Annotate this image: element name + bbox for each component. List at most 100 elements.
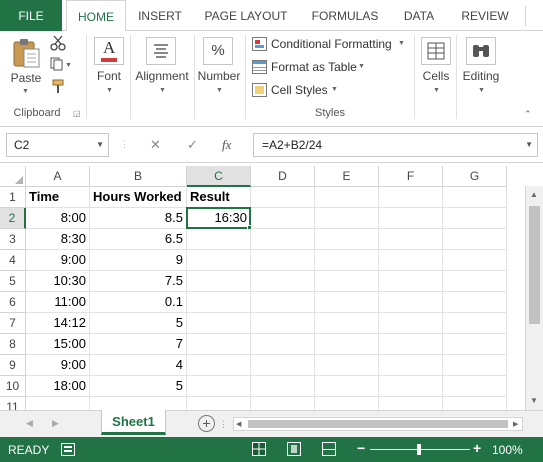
zoom-level[interactable]: 100%	[492, 443, 523, 457]
vertical-scroll-thumb[interactable]	[529, 206, 540, 324]
cell-b2[interactable]: 8.5	[90, 208, 187, 229]
cell-b1[interactable]: Hours Worked	[90, 187, 187, 208]
editing-label[interactable]: Editing	[458, 69, 504, 83]
row-header-9[interactable]: 9	[0, 355, 26, 376]
next-sheet-icon[interactable]: ▶	[52, 418, 59, 429]
cell-b9[interactable]: 4	[90, 355, 187, 376]
cell-e4[interactable]	[315, 250, 379, 271]
cell-b5[interactable]: 7.5	[90, 271, 187, 292]
page-layout-view-icon[interactable]	[287, 442, 301, 456]
row-header-3[interactable]: 3	[0, 229, 26, 250]
column-header-e[interactable]: E	[315, 166, 379, 187]
tab-home[interactable]: HOME	[66, 0, 126, 32]
cell-g9[interactable]	[443, 355, 507, 376]
collapse-ribbon-icon[interactable]: ⌃	[524, 109, 532, 120]
cell-d8[interactable]	[251, 334, 315, 355]
cell-a1[interactable]: Time	[26, 187, 90, 208]
cut-icon[interactable]	[50, 35, 66, 54]
scroll-up-icon[interactable]: ▲	[530, 190, 538, 199]
select-all-button[interactable]	[0, 166, 26, 187]
tab-formulas[interactable]: FORMULAS	[304, 0, 386, 31]
cell-g8[interactable]	[443, 334, 507, 355]
cell-a7[interactable]: 14:12	[26, 313, 90, 334]
horizontal-scroll-thumb[interactable]	[248, 420, 508, 428]
column-header-b[interactable]: B	[90, 166, 187, 187]
cell-g7[interactable]	[443, 313, 507, 334]
tab-review[interactable]: REVIEW	[454, 0, 516, 31]
cell-g5[interactable]	[443, 271, 507, 292]
cell-f1[interactable]	[379, 187, 443, 208]
row-header-10[interactable]: 10	[0, 376, 26, 397]
font-icon[interactable]: A	[94, 37, 124, 65]
column-header-a[interactable]: A	[26, 166, 90, 187]
column-header-g[interactable]: G	[443, 166, 507, 187]
cell-g3[interactable]	[443, 229, 507, 250]
cell-c7[interactable]	[187, 313, 251, 334]
cell-f8[interactable]	[379, 334, 443, 355]
cell-c9[interactable]	[187, 355, 251, 376]
cell-a2[interactable]: 8:00	[26, 208, 90, 229]
cell-a3[interactable]: 8:30	[26, 229, 90, 250]
vertical-scrollbar[interactable]: ▲ ▼	[525, 186, 543, 410]
row-header-4[interactable]: 4	[0, 250, 26, 271]
cell-e3[interactable]	[315, 229, 379, 250]
cell-g1[interactable]	[443, 187, 507, 208]
cell-e7[interactable]	[315, 313, 379, 334]
cancel-icon[interactable]: ✕	[150, 137, 161, 153]
cell-c3[interactable]	[187, 229, 251, 250]
row-header-6[interactable]: 6	[0, 292, 26, 313]
more-tabs-button[interactable]	[525, 6, 539, 26]
number-dropdown-icon[interactable]: ▼	[216, 87, 223, 94]
copy-icon[interactable]: ▼	[50, 57, 72, 74]
cells-label[interactable]: Cells	[418, 69, 454, 83]
insert-function-icon[interactable]: fx	[222, 137, 231, 153]
cell-c4[interactable]	[187, 250, 251, 271]
formula-input[interactable]: =A2+B2/24 ▼	[253, 133, 538, 157]
enter-icon[interactable]: ✓	[187, 137, 198, 153]
cell-a6[interactable]: 11:00	[26, 292, 90, 313]
paste-dropdown-icon[interactable]: ▼	[22, 88, 29, 95]
cell-f9[interactable]	[379, 355, 443, 376]
new-sheet-icon[interactable]: +	[198, 415, 215, 432]
row-header-1[interactable]: 1	[0, 187, 26, 208]
cell-g6[interactable]	[443, 292, 507, 313]
tab-file[interactable]: FILE	[0, 0, 62, 31]
cell-f10[interactable]	[379, 376, 443, 397]
cell-d4[interactable]	[251, 250, 315, 271]
cell-a8[interactable]: 15:00	[26, 334, 90, 355]
cell-f2[interactable]	[379, 208, 443, 229]
row-header-7[interactable]: 7	[0, 313, 26, 334]
number-label[interactable]: Number	[196, 69, 242, 83]
cell-e9[interactable]	[315, 355, 379, 376]
cell-b3[interactable]: 6.5	[90, 229, 187, 250]
alignment-icon[interactable]	[146, 37, 176, 65]
sheet-tab-sheet1[interactable]: Sheet1	[101, 410, 166, 435]
clipboard-launcher-icon[interactable]: ◲	[73, 109, 81, 118]
cells-icon[interactable]	[421, 37, 451, 65]
horizontal-scrollbar[interactable]: ◀ ▶	[233, 417, 523, 431]
cell-d5[interactable]	[251, 271, 315, 292]
editing-dropdown-icon[interactable]: ▼	[478, 87, 485, 94]
cell-c1[interactable]: Result	[187, 187, 251, 208]
column-header-d[interactable]: D	[251, 166, 315, 187]
cell-d9[interactable]	[251, 355, 315, 376]
cell-d6[interactable]	[251, 292, 315, 313]
prev-sheet-icon[interactable]: ◀	[26, 418, 33, 429]
cell-c8[interactable]	[187, 334, 251, 355]
cell-g4[interactable]	[443, 250, 507, 271]
page-break-view-icon[interactable]	[322, 442, 336, 456]
cell-b8[interactable]: 7	[90, 334, 187, 355]
name-box[interactable]: C2 ▼	[6, 133, 109, 157]
zoom-slider-thumb[interactable]	[417, 444, 421, 455]
paste-icon[interactable]	[12, 37, 42, 72]
zoom-out-button[interactable]: −	[357, 440, 365, 456]
alignment-label[interactable]: Alignment	[132, 69, 192, 83]
column-header-f[interactable]: F	[379, 166, 443, 187]
font-dropdown-icon[interactable]: ▼	[106, 87, 113, 94]
row-header-8[interactable]: 8	[0, 334, 26, 355]
row-header-5[interactable]: 5	[0, 271, 26, 292]
number-icon[interactable]: %	[203, 37, 233, 65]
cell-f4[interactable]	[379, 250, 443, 271]
cell-b6[interactable]: 0.1	[90, 292, 187, 313]
fill-handle[interactable]	[247, 225, 252, 230]
